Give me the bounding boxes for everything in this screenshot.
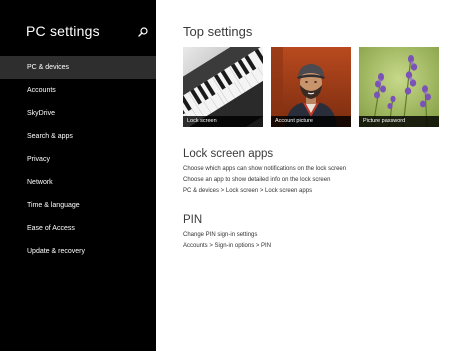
- lock-screen-detailed-info-link[interactable]: Choose an app to show detailed info on t…: [183, 177, 330, 183]
- page-title: Top settings: [183, 24, 253, 39]
- sidebar-item-pc-devices[interactable]: PC & devices: [0, 56, 156, 79]
- sidebar-item-update-recovery[interactable]: Update & recovery: [0, 240, 156, 263]
- tile-lock-screen[interactable]: Lock screen: [183, 47, 263, 127]
- tile-account-picture[interactable]: Account picture: [271, 47, 351, 127]
- sidebar-item-skydrive[interactable]: SkyDrive: [0, 102, 156, 125]
- sidebar-title: PC settings: [26, 23, 100, 39]
- tile-picture-password[interactable]: Picture password: [359, 47, 439, 127]
- sidebar-item-privacy[interactable]: Privacy: [0, 148, 156, 171]
- person-portrait-image: [271, 47, 351, 127]
- piano-keys-image: [183, 47, 263, 127]
- tile-label: Lock screen: [183, 116, 263, 127]
- purple-flowers-image: [359, 47, 439, 127]
- sidebar-nav: PC & devices Accounts SkyDrive Search & …: [0, 56, 156, 263]
- search-icon[interactable]: [137, 25, 149, 37]
- sidebar-item-network[interactable]: Network: [0, 171, 156, 194]
- sidebar-item-accounts[interactable]: Accounts: [0, 79, 156, 102]
- sidebar-item-search-apps[interactable]: Search & apps: [0, 125, 156, 148]
- tile-label: Picture password: [359, 116, 439, 127]
- lock-screen-notifications-link[interactable]: Choose which apps can show notifications…: [183, 166, 346, 172]
- lock-screen-apps-path-link[interactable]: PC & devices > Lock screen > Lock screen…: [183, 188, 312, 194]
- tile-label: Account picture: [271, 116, 351, 127]
- change-pin-link[interactable]: Change PIN sign-in settings: [183, 232, 257, 238]
- lock-screen-apps-heading: Lock screen apps: [183, 148, 274, 160]
- sidebar-item-ease-of-access[interactable]: Ease of Access: [0, 217, 156, 240]
- pin-path-link[interactable]: Accounts > Sign-in options > PIN: [183, 243, 271, 249]
- sidebar-item-time-language[interactable]: Time & language: [0, 194, 156, 217]
- top-settings-tiles: Lock screen Account picture Picture pass…: [183, 47, 439, 127]
- main-content: Top settings Lock screen Account picture…: [156, 0, 468, 351]
- pc-settings-window: PC settings PC & devices Accounts SkyDri…: [0, 0, 468, 351]
- sidebar: PC settings PC & devices Accounts SkyDri…: [0, 0, 156, 351]
- pin-heading: PIN: [183, 214, 203, 226]
